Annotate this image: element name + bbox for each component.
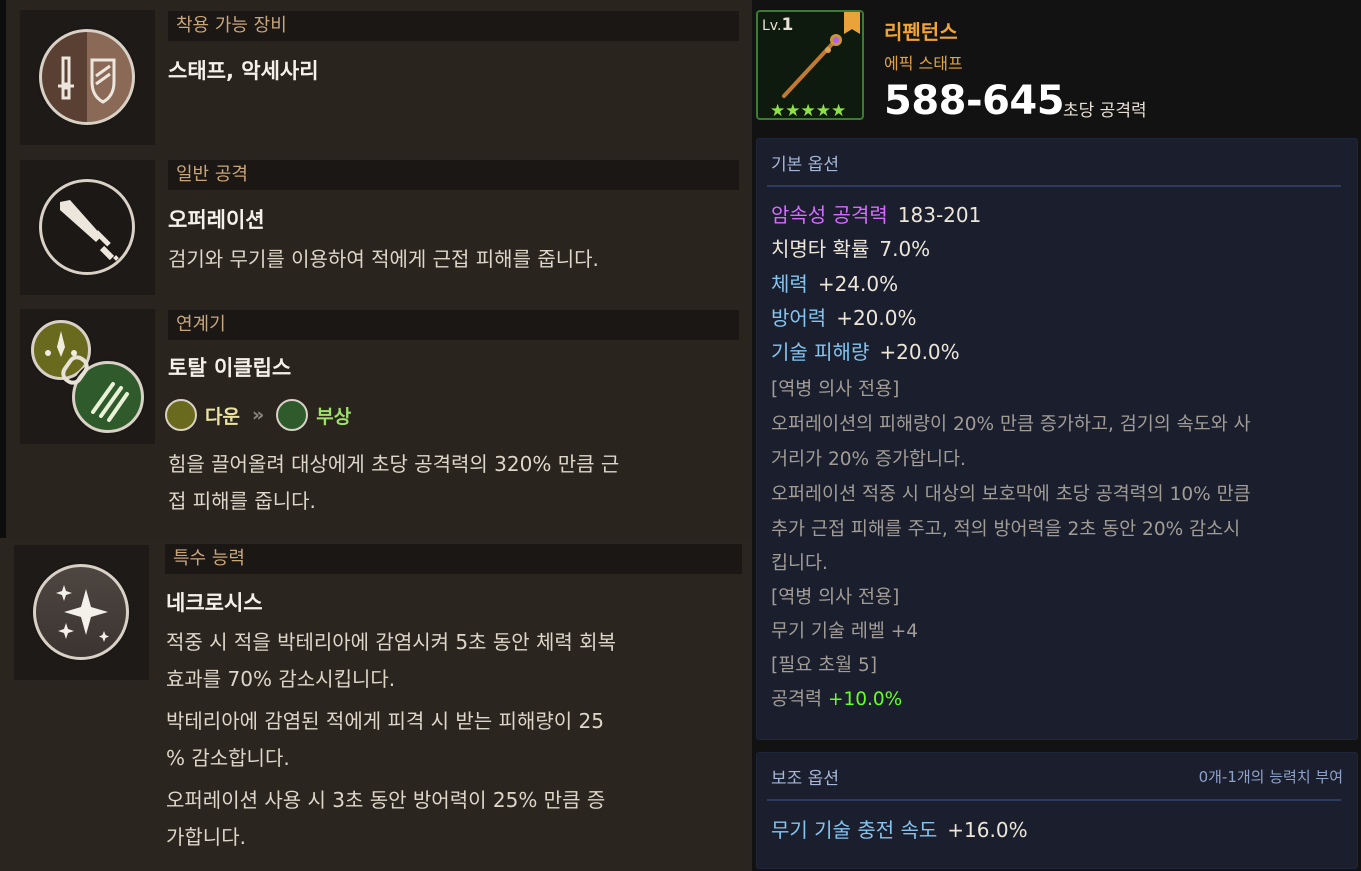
transcend-stat-row: 공격력 +10.0% [771,689,903,710]
sub-options-header: 보조 옵션 [771,769,839,789]
basic-options-header: 기본 옵션 [771,155,839,175]
special-ability-desc-2: 효과를 70% 감소시킵니다. [166,667,396,691]
sub-options-divider [767,799,1341,801]
special-ability-icon-box [14,545,149,680]
special-ability-desc-6: 가합니다. [166,825,246,849]
normal-attack-icon-box [20,160,155,295]
sub-options-note: 0개-1개의 능력치 부여 [1198,768,1343,786]
basic-options-divider [767,185,1341,187]
special-ability-desc-5: 오퍼레이션 사용 시 3초 동안 방어력이 25% 만큼 증 [166,788,606,812]
combo-desc-line-2: 접 피해를 줍니다. [168,489,316,513]
item-tooltip: Lv.1 ★★★★★ 리펜턴스 에픽 스태프 588-645 초당 공격력 기본… [752,0,1361,871]
equip-types: 스태프, 악세사리 [168,59,319,83]
stat-row-skill-damage: 기술 피해량 +20.0% [771,340,960,364]
item-attack-value: 588-645 [884,78,1065,124]
normal-attack-desc: 검기와 무기를 이용하여 적에게 근접 피해를 줍니다. [168,247,599,271]
special-ability-desc-4: % 감소합니다. [166,746,290,770]
stat-row-defense: 방어력 +20.0% [771,306,917,330]
chain-arrow-icon: » [251,404,265,426]
normal-attack-name: 오퍼레이션 [168,208,265,232]
skill-info-panel: 착용 가능 장비 스태프, 악세사리 일반 공격 오퍼레이션 검기와 무기를 이… [0,0,752,871]
chain-to-label: 부상 [316,405,352,428]
sword-icon [39,179,135,275]
combo-skill-name: 토탈 이클립스 [168,356,292,380]
equipment-icon-box [20,10,155,145]
option-line-5: 추가 근접 피해를 주고, 적의 방어력을 2초 동안 20% 감소시 [771,519,1241,540]
special-ability-desc-3: 박테리아에 감염된 적에게 피격 시 받는 피해량이 25 [166,709,604,733]
option-line-3: 거리가 20% 증가합니다. [771,449,966,470]
special-ability-desc-1: 적중 시 적을 박테리아에 감염시켜 5초 동안 체력 회복 [166,630,616,654]
option-line-2: 오퍼레이션의 피해량이 20% 만큼 증가하고, 검기의 속도와 사 [771,414,1251,435]
special-ability-header: 특수 능력 [165,544,742,574]
sub-stat-row: 무기 기술 충전 속도 +16.0% [771,818,1028,842]
combo-icon-box [20,309,155,444]
option-line-4: 오퍼레이션 적중 시 대상의 보호막에 초당 공격력의 10% 만큼 [771,484,1251,505]
stat-row-dark-attack: 암속성 공격력 183-201 [771,203,982,227]
equip-header: 착용 가능 장비 [168,11,739,41]
option-line-6: 킵니다. [771,553,828,574]
sparkle-icon [33,564,129,660]
stat-row-health: 체력 +24.0% [771,272,899,296]
combo-header: 연계기 [168,310,739,340]
item-attack-label: 초당 공격력 [1063,101,1147,121]
normal-attack-header: 일반 공격 [168,160,739,190]
option-line-1: [역병 의사 전용] [771,379,900,400]
combo-chain: 다운 » 부상 [165,398,351,432]
option-line-8: 무기 기술 레벨 +4 [771,621,919,642]
item-name: 리펜턴스 [884,20,958,44]
stat-row-crit-chance: 치명타 확률 7.0% [771,237,931,261]
basic-options-box: 기본 옵션 암속성 공격력 183-201 치명타 확률 7.0% 체력 +24.0%… [756,138,1358,740]
sword-shield-icon [39,29,135,125]
item-icon-slot[interactable]: Lv.1 ★★★★★ [756,10,864,120]
option-line-9: [필요 초월 5] [771,655,878,676]
item-type: 에픽 스태프 [884,54,963,73]
special-ability-name: 네크로시스 [166,591,263,615]
sub-options-box: 보조 옵션 0개-1개의 능력치 부여 무기 기술 충전 속도 +16.0% [756,752,1358,869]
item-star-rating: ★★★★★ [770,101,847,120]
chain-from-label: 다운 [205,405,240,428]
down-mini-icon [165,399,197,431]
injury-mini-icon [276,399,309,431]
combo-desc-line-1: 힘을 끌어올려 대상에게 초당 공격력의 320% 만큼 근 [168,452,620,476]
option-line-7: [역병 의사 전용] [771,587,900,608]
